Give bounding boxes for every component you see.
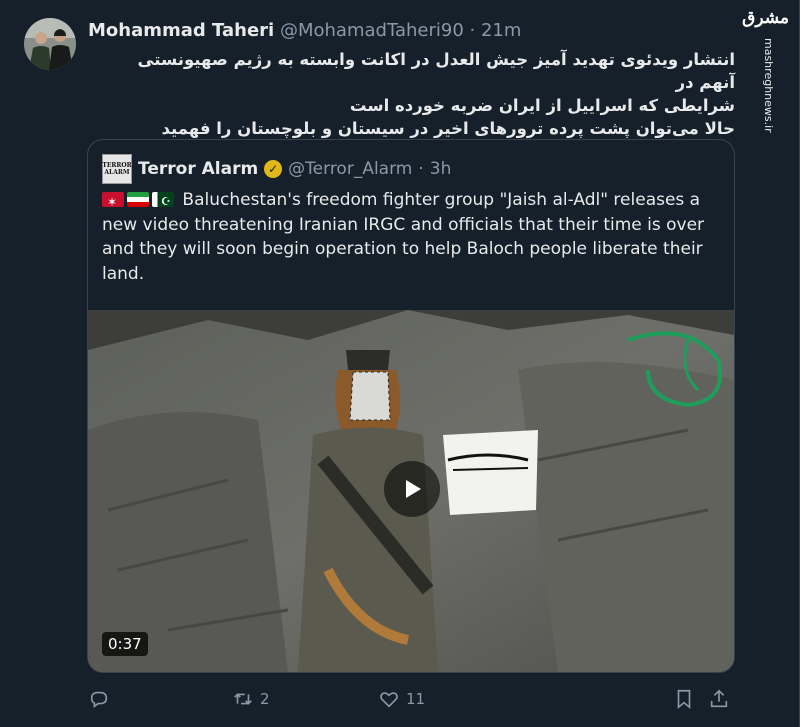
quoted-tweet-header: TERROR ALARM Terror Alarm ✓ @Terror_Alar… <box>102 154 451 184</box>
tweet-text-line: انتشار ویدئوی تهدید آمیز جیش العدل در اک… <box>137 50 735 92</box>
bookmark-icon <box>677 689 691 710</box>
quoted-timestamp[interactable]: 3h <box>430 159 452 179</box>
play-button[interactable] <box>384 461 440 517</box>
avatar-image <box>24 18 76 70</box>
retweet-icon <box>234 693 252 705</box>
quoted-author-handle[interactable]: @Terror_Alarm <box>288 159 412 179</box>
tweet-text-line: حالا می‌توان پشت پرده ترورهای اخیر در سی… <box>161 119 735 138</box>
quoted-avatar-line1: TERROR <box>102 162 132 169</box>
reply-button[interactable] <box>88 688 116 710</box>
tweet-text-line: شرایطی که اسراییل از ایران ضربه خورده اس… <box>349 96 735 115</box>
separator-dot: · <box>469 20 476 41</box>
like-button[interactable]: 11 <box>378 688 425 710</box>
heart-icon <box>380 692 398 708</box>
like-count: 11 <box>406 690 426 708</box>
pakistan-flag-icon <box>152 192 174 207</box>
tweet-timestamp[interactable]: 21m <box>481 20 521 41</box>
watermark-logo: مشرق <box>742 8 789 28</box>
reply-icon <box>90 691 108 708</box>
quoted-author-name[interactable]: Terror Alarm <box>138 159 258 179</box>
quoted-avatar-line2: ALARM <box>104 169 130 176</box>
share-icon <box>710 689 728 708</box>
video-player[interactable]: 0:37 <box>88 310 734 672</box>
author-name[interactable]: Mohammad Taheri <box>88 20 274 41</box>
share-button[interactable] <box>708 688 730 710</box>
iran-flag-icon <box>127 192 149 207</box>
tweet[interactable]: Mohammad Taheri @MohamadTaheri90 · 21m ا… <box>0 0 800 727</box>
separator-dot: · <box>418 159 424 179</box>
baluchistan-flag-icon <box>102 192 124 207</box>
quoted-avatar[interactable]: TERROR ALARM <box>102 154 132 184</box>
verified-badge-icon: ✓ <box>264 160 283 178</box>
retweet-count: 2 <box>260 690 270 708</box>
tweet-text: انتشار ویدئوی تهدید آمیز جیش العدل در اک… <box>110 48 735 140</box>
watermark-url: mashreghnews.ir <box>762 38 775 133</box>
bookmark-button[interactable] <box>673 688 695 710</box>
quoted-text-body: Baluchestan's freedom fighter group "Jai… <box>102 190 705 284</box>
play-icon <box>406 480 421 498</box>
action-bar: 2 11 <box>88 688 734 712</box>
retweet-button[interactable]: 2 <box>232 688 270 710</box>
quoted-tweet[interactable]: TERROR ALARM Terror Alarm ✓ @Terror_Alar… <box>87 139 735 673</box>
author-handle[interactable]: @MohamadTaheri90 <box>280 20 464 41</box>
watermark: مشرق mashreghnews.ir <box>742 8 791 133</box>
quoted-tweet-text: Baluchestan's freedom fighter group "Jai… <box>102 188 722 286</box>
avatar[interactable] <box>24 18 76 70</box>
video-duration: 0:37 <box>102 632 148 656</box>
tweet-header: Mohammad Taheri @MohamadTaheri90 · 21m <box>88 20 521 41</box>
